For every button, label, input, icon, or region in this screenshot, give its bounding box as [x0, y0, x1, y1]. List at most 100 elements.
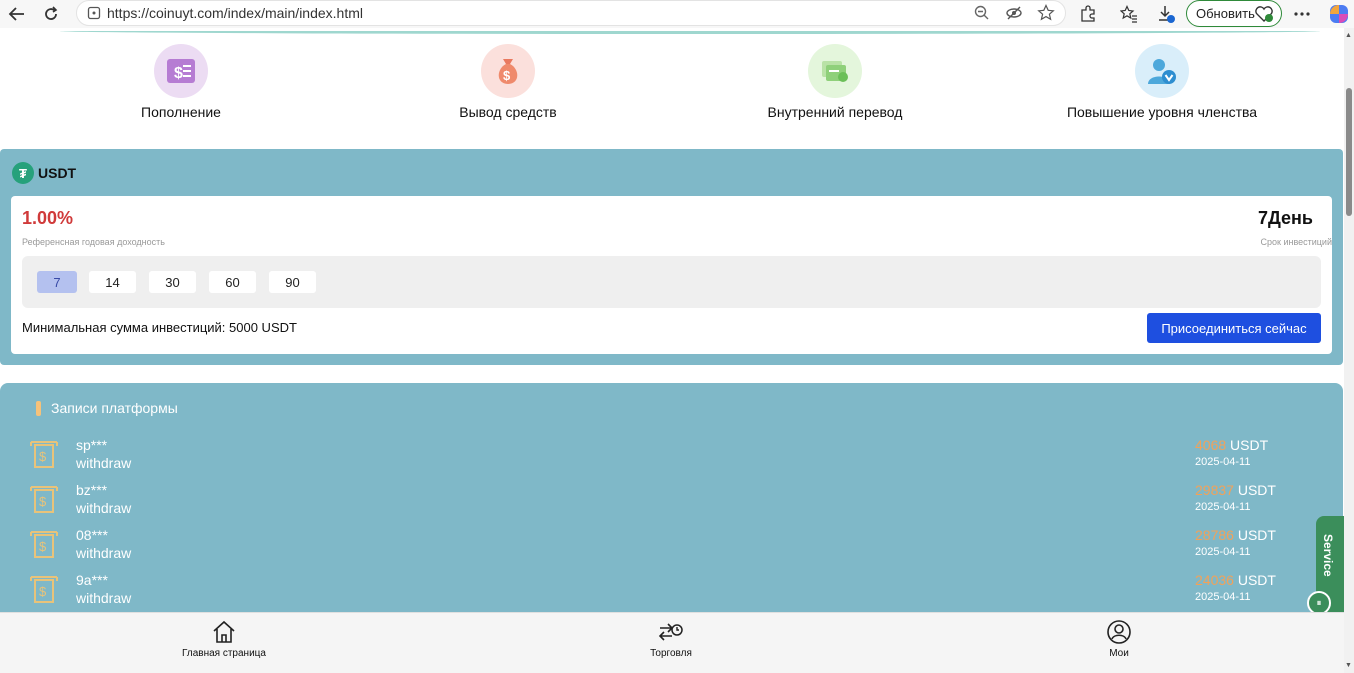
svg-text:$: $	[39, 539, 47, 554]
action-deposit[interactable]: $ Пополнение	[71, 44, 291, 120]
period-option-14[interactable]: 14	[89, 271, 136, 293]
product-header: ₮ USDT	[12, 162, 76, 184]
record-type: withdraw	[76, 455, 132, 471]
tracking-prevention-icon[interactable]	[1005, 4, 1023, 22]
record-user: sp***	[76, 437, 108, 453]
action-member-upgrade[interactable]: Повышение уровня членства	[1052, 44, 1272, 120]
browser-toolbar: https://coinuyt.com/index/main/index.htm…	[0, 0, 1354, 28]
record-user: 08***	[76, 527, 108, 543]
favorites-list-icon	[1120, 5, 1137, 23]
svg-text:$: $	[39, 449, 47, 464]
amount-unit: USDT	[1237, 527, 1276, 543]
update-browser-button[interactable]: Обновить	[1186, 0, 1282, 27]
action-label: Пополнение	[141, 104, 221, 120]
records-title-text: Записи платформы	[51, 400, 178, 416]
deposit-icon: $	[154, 44, 208, 98]
action-label: Повышение уровня членства	[1066, 104, 1258, 120]
amount-value: 28786	[1195, 527, 1234, 543]
amount-unit: USDT	[1237, 482, 1276, 498]
money-bag-icon: $	[481, 44, 535, 98]
back-button[interactable]	[4, 1, 30, 27]
scroll-thumb[interactable]	[1346, 88, 1352, 216]
home-icon	[213, 620, 235, 643]
action-label: Внутренний перевод	[767, 104, 903, 120]
zoom-out-icon[interactable]	[973, 4, 991, 22]
record-date: 2025-04-11	[1195, 546, 1251, 558]
downloads-button[interactable]	[1154, 2, 1178, 26]
more-menu-button[interactable]	[1290, 2, 1314, 26]
records-title: Записи платформы	[36, 400, 178, 416]
svg-text:$: $	[39, 494, 47, 509]
more-dots-icon	[1294, 12, 1310, 16]
nav-label: Торговля	[650, 648, 692, 659]
period-option-90[interactable]: 90	[269, 271, 316, 293]
action-withdraw[interactable]: $ Вывод средств	[398, 44, 618, 120]
usdt-icon: ₮	[12, 162, 34, 184]
service-label: Service	[1321, 534, 1335, 577]
record-row: $ sp*** withdraw 4068 USDT 2025-04-11	[0, 437, 1343, 482]
page-scrollbar[interactable]: ▲ ▼	[1344, 28, 1354, 673]
investment-term-label: Срок инвестиций	[1260, 237, 1333, 247]
annual-rate: 1.00%	[22, 208, 74, 228]
scroll-up-icon[interactable]: ▲	[1345, 32, 1352, 39]
record-amount: 29837 USDT	[1195, 482, 1276, 498]
nav-home[interactable]: Главная страница	[164, 619, 284, 659]
action-internal-transfer[interactable]: Внутренний перевод	[725, 44, 945, 120]
page-content: $ Пополнение $ Вывод средств Внутренний …	[0, 28, 1344, 673]
url-text: https://coinuyt.com/index/main/index.htm…	[107, 5, 364, 21]
record-type: withdraw	[76, 500, 132, 516]
bottom-navigation: Главная страница Торговля Мои	[0, 612, 1344, 673]
withdraw-record-icon: $	[30, 531, 58, 558]
svg-text:$: $	[174, 65, 183, 82]
svg-text:$: $	[39, 584, 47, 599]
withdraw-record-icon: $	[30, 441, 58, 468]
amount-value: 29837	[1195, 482, 1234, 498]
nav-trade[interactable]: Торговля	[611, 619, 731, 659]
reload-icon	[45, 6, 58, 20]
favorites-button[interactable]	[1117, 2, 1141, 26]
record-date: 2025-04-11	[1195, 456, 1251, 468]
record-type: withdraw	[76, 590, 132, 606]
svg-text:$: $	[503, 68, 511, 83]
extensions-button[interactable]	[1076, 2, 1100, 26]
annual-rate-label: Референсная годовая доходность	[22, 237, 165, 247]
period-selector: 7 14 30 60 90	[22, 256, 1321, 308]
action-label: Вывод средств	[459, 104, 557, 120]
transfer-icon	[808, 44, 862, 98]
platform-records: Записи платформы $ sp*** withdraw 4068 U…	[0, 383, 1343, 623]
browser-essentials-icon	[1255, 6, 1273, 22]
record-amount: 4068 USDT	[1195, 437, 1268, 453]
member-upgrade-icon	[1135, 44, 1189, 98]
amount-unit: USDT	[1230, 437, 1269, 453]
period-option-60[interactable]: 60	[209, 271, 256, 293]
withdraw-record-icon: $	[30, 576, 58, 603]
record-row: $ bz*** withdraw 29837 USDT 2025-04-11	[0, 482, 1343, 527]
download-icon	[1159, 6, 1175, 23]
address-bar[interactable]: https://coinuyt.com/index/main/index.htm…	[76, 0, 1066, 26]
join-now-button[interactable]: Присоединиться сейчас	[1147, 313, 1321, 343]
copilot-icon	[1330, 5, 1348, 23]
record-row: $ 9a*** withdraw 24036 USDT 2025-04-11	[0, 572, 1343, 617]
investment-product-card: ₮ USDT 1.00% Референсная годовая доходно…	[0, 149, 1343, 365]
nav-label: Мои	[1109, 648, 1129, 659]
profile-icon	[1107, 620, 1131, 644]
period-option-7[interactable]: 7	[37, 271, 77, 293]
record-date: 2025-04-11	[1195, 591, 1251, 603]
site-info-icon[interactable]	[87, 6, 101, 20]
coin-name: USDT	[38, 165, 77, 181]
period-option-30[interactable]: 30	[149, 271, 196, 293]
scroll-down-icon[interactable]: ▼	[1345, 662, 1352, 669]
nav-label: Главная страница	[182, 648, 266, 659]
puzzle-icon	[1081, 5, 1095, 22]
amount-value: 4068	[1195, 437, 1227, 453]
nav-profile[interactable]: Мои	[1059, 619, 1179, 659]
favorite-star-icon[interactable]	[1037, 4, 1055, 22]
reload-button[interactable]	[38, 1, 64, 27]
copilot-button[interactable]	[1327, 2, 1351, 26]
amount-unit: USDT	[1237, 572, 1276, 588]
trade-icon	[658, 623, 683, 641]
update-label: Обновить	[1196, 6, 1255, 21]
record-user: 9a***	[76, 572, 108, 588]
record-amount: 28786 USDT	[1195, 527, 1276, 543]
record-user: bz***	[76, 482, 108, 498]
